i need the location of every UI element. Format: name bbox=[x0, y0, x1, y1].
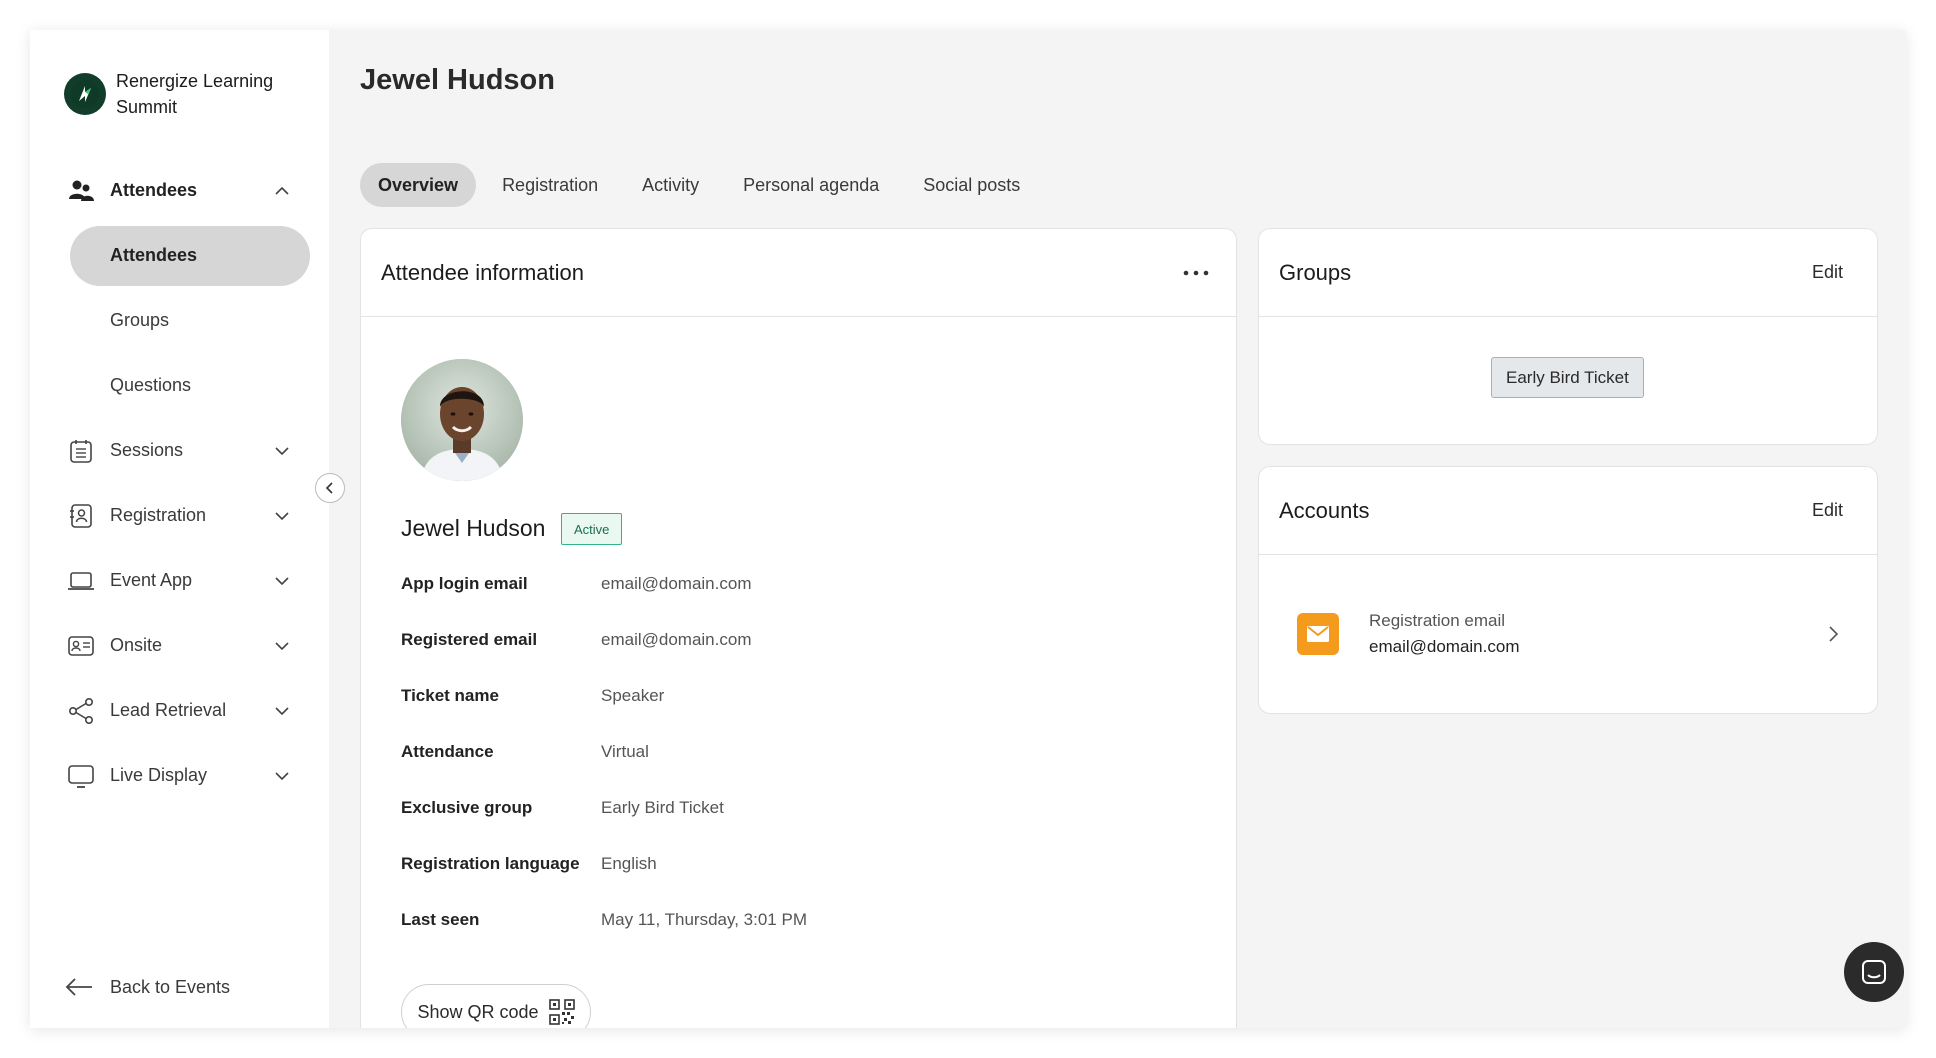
people-icon bbox=[66, 176, 96, 206]
sidebar-item-event-app[interactable]: Event App bbox=[30, 548, 329, 613]
tab-overview[interactable]: Overview bbox=[360, 163, 477, 207]
chat-icon bbox=[1862, 960, 1886, 984]
info-row: App login email email@domain.com bbox=[401, 569, 751, 599]
field-value: English bbox=[601, 854, 657, 873]
contact-book-icon bbox=[66, 501, 96, 531]
chevron-down-icon[interactable] bbox=[273, 702, 291, 720]
tab-activity[interactable]: Activity bbox=[624, 163, 717, 207]
page-title: Jewel Hudson bbox=[360, 64, 555, 96]
chevron-right-icon bbox=[1829, 626, 1839, 642]
attendee-information-card: Attendee information Jewel Hudson Active… bbox=[360, 228, 1237, 1028]
info-row: Registration language English bbox=[401, 849, 657, 879]
accounts-card: Accounts Edit Registration email email@d… bbox=[1258, 466, 1878, 714]
more-options-icon[interactable] bbox=[1176, 258, 1216, 288]
qr-button-label: Show QR code bbox=[417, 1001, 539, 1022]
arrow-left-icon bbox=[65, 978, 92, 996]
card-title: Attendee information bbox=[381, 259, 585, 285]
monitor-icon bbox=[66, 761, 96, 791]
account-row[interactable]: Registration email email@domain.com bbox=[1259, 555, 1877, 713]
field-label: Ticket name bbox=[401, 686, 499, 705]
field-label: App login email bbox=[401, 574, 528, 593]
info-row: Last seen May 11, Thursday, 3:01 PM bbox=[401, 905, 807, 935]
back-label: Back to Events bbox=[110, 976, 231, 997]
card-header: Groups Edit bbox=[1259, 229, 1877, 317]
sidebar-item-label: Lead Retrieval bbox=[110, 700, 227, 720]
tab-personal-agenda[interactable]: Personal agenda bbox=[725, 163, 897, 207]
field-label: Last seen bbox=[401, 910, 480, 929]
mail-icon bbox=[1297, 613, 1339, 655]
show-qr-code-button[interactable]: Show QR code bbox=[401, 984, 591, 1028]
account-text: Registration email email@domain.com bbox=[1369, 608, 1519, 660]
field-value: email@domain.com bbox=[601, 630, 752, 649]
edit-accounts-button[interactable]: Edit bbox=[1812, 500, 1857, 521]
brand-logo-icon bbox=[64, 73, 106, 115]
event-name: Renergize Learning Summit bbox=[116, 71, 274, 117]
field-label: Attendance bbox=[401, 742, 494, 761]
brand[interactable]: Renergize Learning Summit bbox=[64, 68, 286, 120]
field-value: Speaker bbox=[601, 686, 665, 705]
sidebar-item-label: Live Display bbox=[110, 765, 208, 785]
chevron-left-icon bbox=[325, 482, 333, 494]
account-value: email@domain.com bbox=[1369, 637, 1520, 656]
info-row: Ticket name Speaker bbox=[401, 681, 664, 711]
sidebar-item-onsite[interactable]: Onsite bbox=[30, 613, 329, 678]
app-window: Renergize Learning Summit Attendees Atte… bbox=[30, 30, 1906, 1028]
sidebar-item-label: Sessions bbox=[110, 440, 184, 460]
avatar bbox=[401, 359, 523, 481]
tab-social-posts[interactable]: Social posts bbox=[905, 163, 1038, 207]
sidebar-item-label: Attendees bbox=[110, 180, 198, 200]
info-row: Attendance Virtual bbox=[401, 737, 649, 767]
tab-bar: Overview Registration Activity Personal … bbox=[360, 163, 1046, 207]
field-label: Exclusive group bbox=[401, 798, 533, 817]
info-row: Exclusive group Early Bird Ticket bbox=[401, 793, 724, 823]
card-title: Groups bbox=[1279, 259, 1352, 285]
sidebar: Renergize Learning Summit Attendees Atte… bbox=[30, 30, 329, 1028]
sidebar-subitem-groups[interactable]: Groups bbox=[30, 288, 329, 353]
collapse-sidebar-button[interactable] bbox=[315, 473, 345, 503]
chevron-down-icon[interactable] bbox=[273, 507, 291, 525]
sidebar-item-attendees[interactable]: Attendees bbox=[30, 158, 329, 223]
id-card-icon bbox=[66, 631, 96, 661]
sidebar-item-sessions[interactable]: Sessions bbox=[30, 418, 329, 483]
card-header: Attendee information bbox=[361, 229, 1236, 317]
card-title: Accounts bbox=[1279, 497, 1370, 523]
sidebar-subitem-questions[interactable]: Questions bbox=[30, 353, 329, 418]
chat-launcher-button[interactable] bbox=[1844, 942, 1904, 1002]
chevron-down-icon[interactable] bbox=[273, 767, 291, 785]
calendar-list-icon bbox=[66, 436, 96, 466]
chevron-down-icon[interactable] bbox=[273, 442, 291, 460]
sidebar-nav: Attendees Attendees Groups Questions Ses… bbox=[30, 158, 329, 808]
chevron-down-icon[interactable] bbox=[273, 637, 291, 655]
sidebar-item-lead-retrieval[interactable]: Lead Retrieval bbox=[30, 678, 329, 743]
info-row: Registered email email@domain.com bbox=[401, 625, 751, 655]
groups-card: Groups Edit Early Bird Ticket bbox=[1258, 228, 1878, 445]
sidebar-item-live-display[interactable]: Live Display bbox=[30, 743, 329, 808]
tab-registration[interactable]: Registration bbox=[484, 163, 616, 207]
field-label: Registration language bbox=[401, 854, 580, 873]
back-to-events-link[interactable]: Back to Events bbox=[64, 976, 230, 998]
card-header: Accounts Edit bbox=[1259, 467, 1877, 555]
field-value: Virtual bbox=[601, 742, 649, 761]
qr-code-icon bbox=[548, 999, 575, 1025]
edit-groups-button[interactable]: Edit bbox=[1812, 262, 1857, 283]
field-label: Registered email bbox=[401, 630, 538, 649]
group-chip[interactable]: Early Bird Ticket bbox=[1491, 357, 1644, 398]
laptop-icon bbox=[66, 566, 96, 596]
sidebar-item-label: Event App bbox=[110, 570, 193, 590]
sidebar-item-label: Registration bbox=[110, 505, 207, 525]
field-value: email@domain.com bbox=[601, 574, 752, 593]
sidebar-subitem-attendees[interactable]: Attendees bbox=[30, 223, 329, 288]
field-value: May 11, Thursday, 3:01 PM bbox=[601, 910, 807, 929]
field-value: Early Bird Ticket bbox=[601, 798, 724, 817]
attendee-name: Jewel Hudson bbox=[401, 515, 546, 541]
account-label: Registration email bbox=[1369, 611, 1506, 630]
sidebar-item-label: Onsite bbox=[110, 635, 163, 655]
status-badge: Active bbox=[561, 513, 623, 545]
chevron-down-icon[interactable] bbox=[273, 572, 291, 590]
share-icon bbox=[66, 696, 96, 726]
chevron-up-icon[interactable] bbox=[273, 182, 291, 200]
sidebar-item-registration[interactable]: Registration bbox=[30, 483, 329, 548]
